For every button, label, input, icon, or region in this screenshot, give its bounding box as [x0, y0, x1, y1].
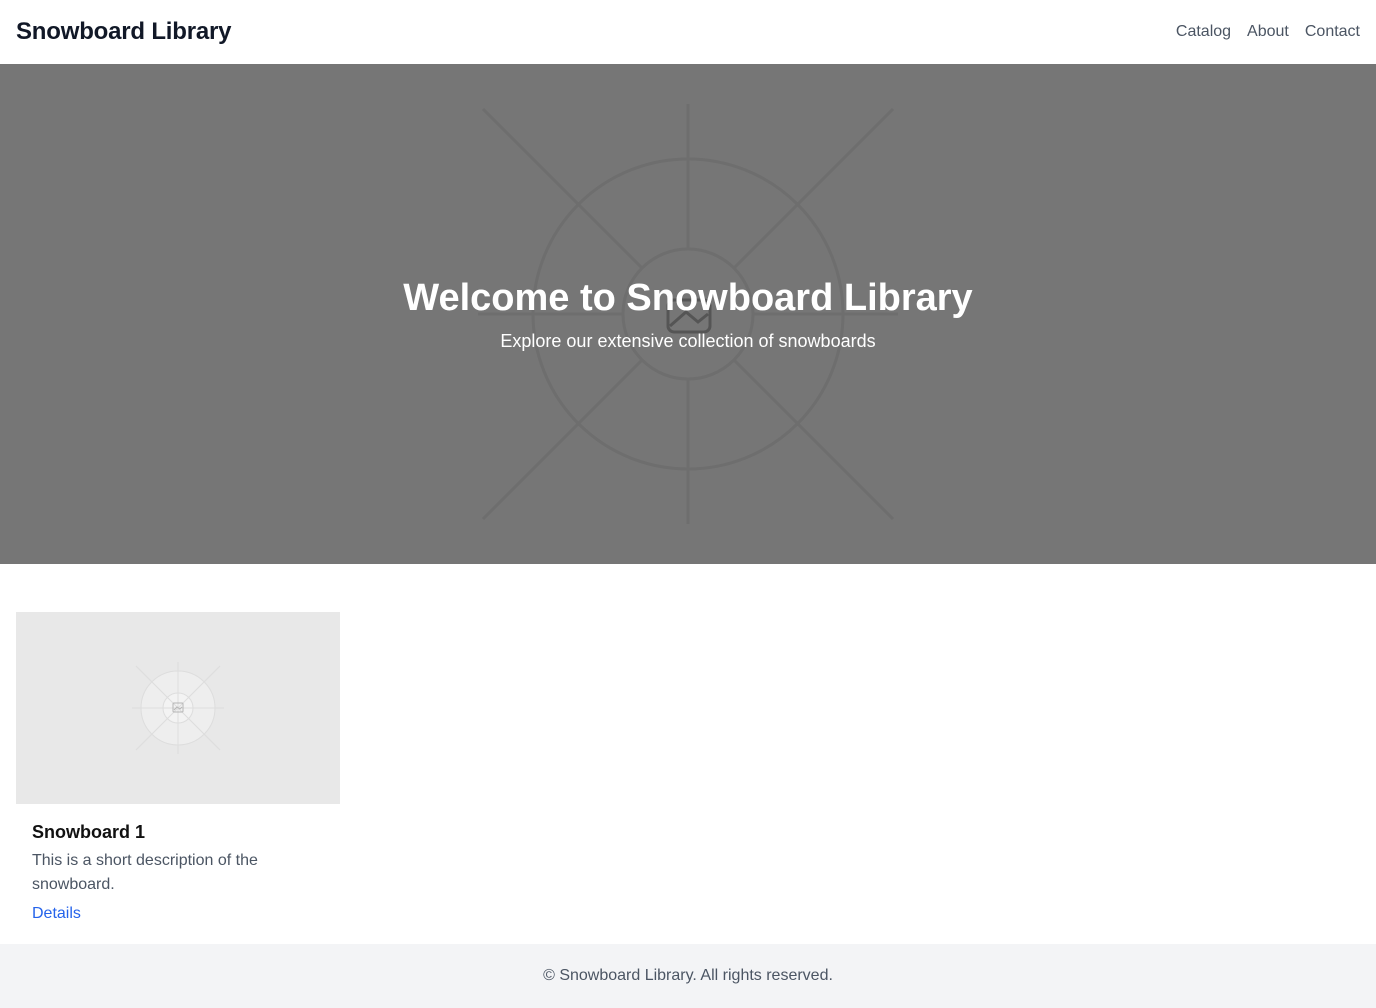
snowboard-grid: Snowboard 1 This is a short description …	[16, 612, 340, 923]
hero-banner: Welcome to Snowboard Library Explore our…	[0, 64, 1376, 564]
hero-content: Welcome to Snowboard Library Explore our…	[0, 64, 1376, 564]
nav-link-about[interactable]: About	[1247, 23, 1289, 41]
nav-link-catalog[interactable]: Catalog	[1176, 23, 1231, 41]
page-footer: © Snowboard Library. All rights reserved…	[0, 944, 1376, 1008]
snowboard-card: Snowboard 1 This is a short description …	[16, 612, 340, 923]
card-image-placeholder	[16, 612, 340, 804]
card-image-art	[132, 662, 224, 754]
top-navbar: Snowboard Library Catalog About Contact	[0, 0, 1376, 64]
card-body: Snowboard 1 This is a short description …	[16, 804, 340, 923]
hero-title: Welcome to Snowboard Library	[403, 276, 973, 319]
nav-link-contact[interactable]: Contact	[1305, 23, 1360, 41]
site-brand[interactable]: Snowboard Library	[16, 18, 231, 46]
details-link[interactable]: Details	[32, 905, 81, 923]
footer-copyright: © Snowboard Library. All rights reserved…	[543, 967, 833, 984]
card-description: This is a short description of the snowb…	[32, 852, 258, 893]
main-nav: Catalog About Contact	[1176, 23, 1360, 41]
hero-subtitle: Explore our extensive collection of snow…	[500, 331, 876, 352]
card-title: Snowboard 1	[32, 822, 146, 842]
